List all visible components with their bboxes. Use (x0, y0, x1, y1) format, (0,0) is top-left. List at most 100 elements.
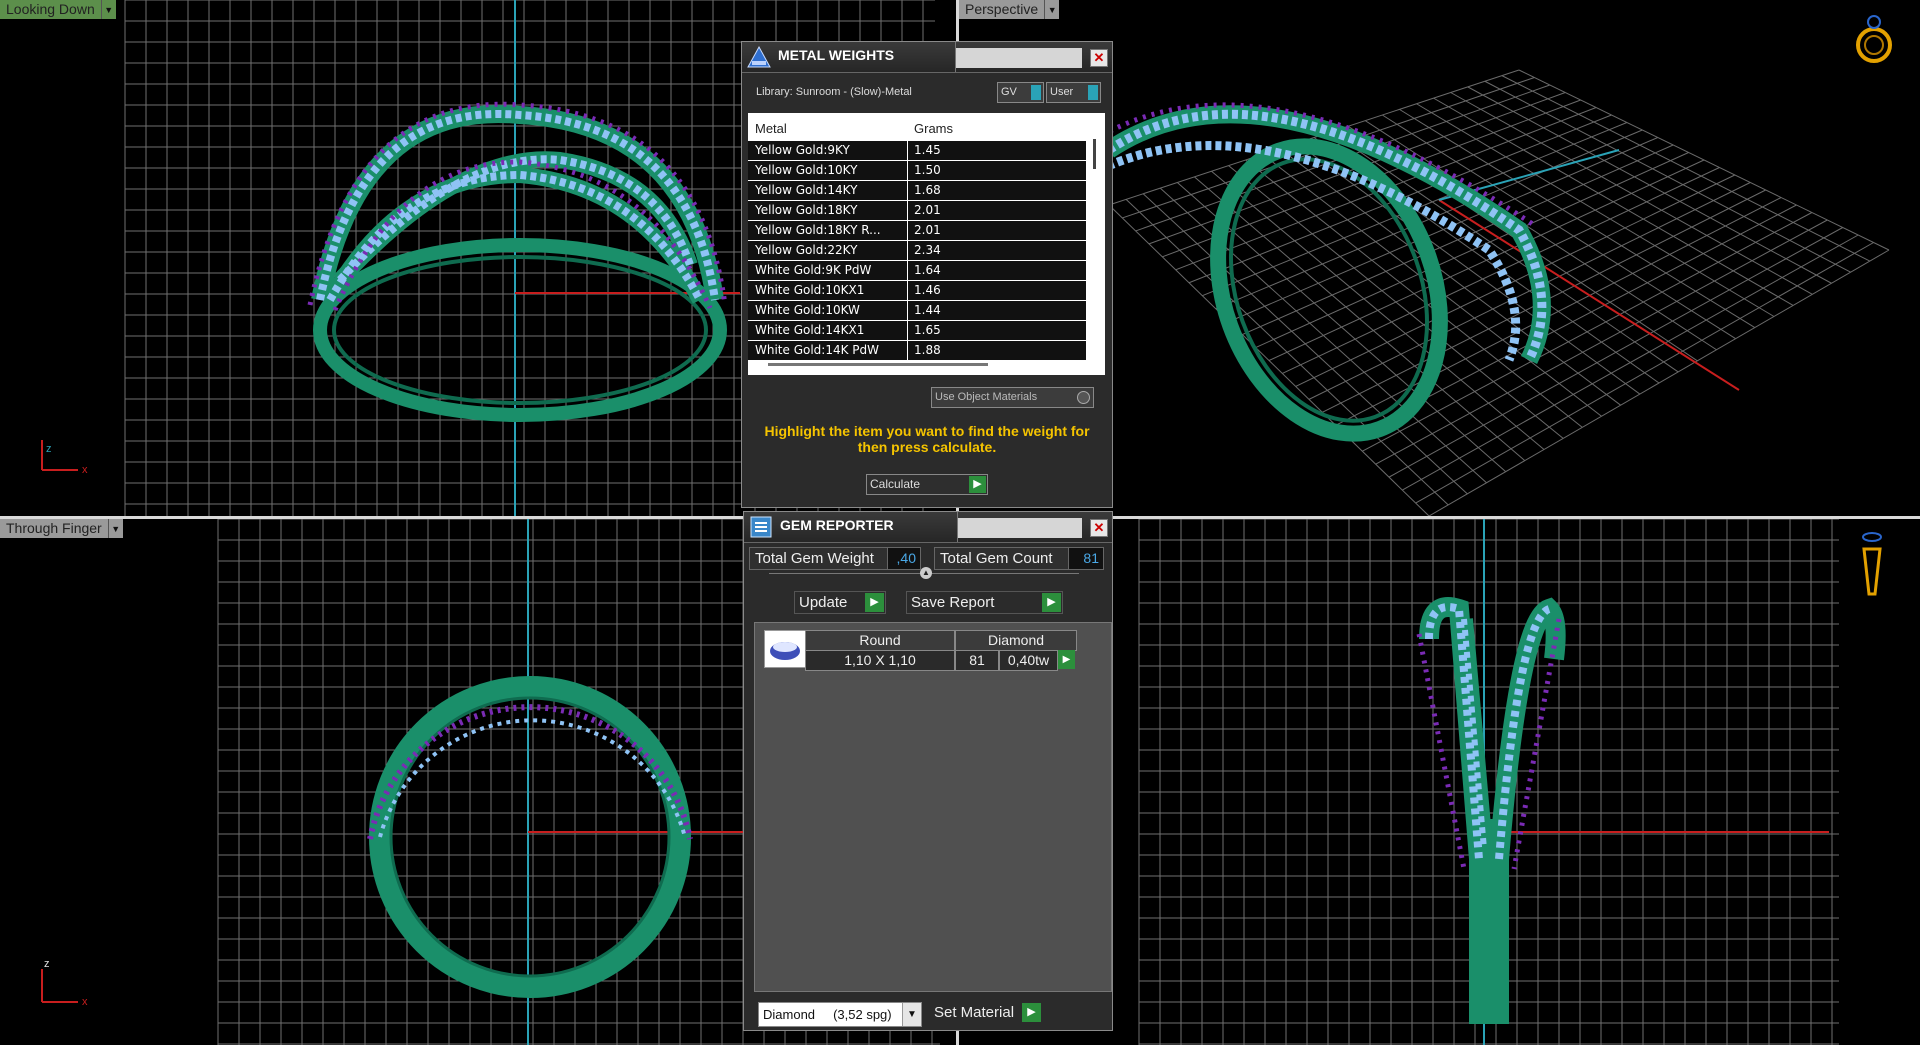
column-header-grams[interactable]: Grams (914, 121, 953, 136)
cell-divider (907, 321, 908, 340)
horizontal-scrollbar[interactable] (768, 363, 988, 366)
chevron-down-icon[interactable]: ▼ (902, 1003, 921, 1026)
table-row[interactable]: Yellow Gold:18KY R... 2.01 (748, 221, 1086, 241)
toggle-indicator (1088, 85, 1098, 100)
table-row[interactable]: Yellow Gold:18KY 2.01 (748, 201, 1086, 221)
play-icon: ▶ (969, 476, 986, 493)
table-row[interactable]: White Gold:9K PdW 1.64 (748, 261, 1086, 281)
cell-divider (907, 181, 908, 200)
vertical-scrollbar[interactable] (1086, 113, 1105, 375)
gem-material-header: Diamond (955, 630, 1077, 651)
chevron-down-icon[interactable]: ▼ (107, 519, 123, 538)
metal-weights-title: METAL WEIGHTS (778, 47, 895, 63)
grams-cell: 1.45 (914, 143, 941, 157)
chevron-down-icon[interactable]: ▼ (100, 0, 116, 19)
ring-view-icon[interactable] (1856, 15, 1892, 63)
cell-divider (907, 161, 908, 180)
close-icon[interactable]: ✕ (1090, 519, 1108, 537)
metal-name-cell: Yellow Gold:22KY (755, 243, 858, 257)
gem-weight-cell: 0,40tw (999, 650, 1058, 671)
grams-cell: 1.65 (914, 323, 941, 337)
table-row[interactable]: White Gold:10KX1 1.46 (748, 281, 1086, 301)
update-button[interactable]: Update ▶ (794, 591, 886, 614)
grams-cell: 1.64 (914, 263, 941, 277)
gem-select-button[interactable]: ▶ (1058, 650, 1075, 669)
ring-front-view-icon[interactable] (1862, 532, 1882, 596)
grams-cell: 1.46 (914, 283, 941, 297)
cell-divider (907, 301, 908, 320)
metal-name-cell: Yellow Gold:9KY (755, 143, 850, 157)
chevron-down-icon[interactable]: ▼ (1044, 0, 1060, 19)
total-gem-count-label: Total Gem Count (934, 547, 1071, 570)
gv-toggle[interactable]: GV (997, 82, 1044, 103)
ring-model-front (307, 101, 728, 422)
gem-thumbnail (770, 642, 800, 660)
calculate-button[interactable]: Calculate ▶ (866, 474, 988, 495)
title-strip (956, 48, 1082, 68)
metal-name-cell: White Gold:14KX1 (755, 323, 865, 337)
play-icon: ▶ (865, 593, 884, 612)
table-header: Metal Grams (748, 113, 1086, 141)
metal-name-cell: Yellow Gold:10KY (755, 163, 858, 177)
play-icon: ▶ (1042, 593, 1061, 612)
collapse-icon[interactable]: ▲ (920, 567, 932, 579)
viewport-label-text: Through Finger (0, 519, 108, 538)
metal-weights-table: Metal Grams Yellow Gold:9KY 1.45 Yellow Go… (748, 113, 1105, 375)
metal-name-cell: Yellow Gold:18KY (755, 203, 858, 217)
table-row[interactable]: White Gold:10KW 1.44 (748, 301, 1086, 321)
table-row[interactable]: White Gold:14KX1 1.65 (748, 321, 1086, 341)
scale-icon (747, 45, 771, 68)
metal-name-cell: Yellow Gold:18KY R... (755, 223, 881, 237)
cell-divider (907, 241, 908, 260)
table-row[interactable]: Yellow Gold:10KY 1.50 (748, 161, 1086, 181)
grams-cell: 1.50 (914, 163, 941, 177)
library-label: Library: Sunroom - (Slow)-Metal (756, 86, 912, 98)
set-material-button-label: Set Material (934, 1004, 1015, 1021)
cell-divider (907, 141, 908, 160)
gem-list-area[interactable]: Round Diamond 1,10 X 1,10 81 0,40tw ▶ (754, 622, 1112, 992)
metal-weights-titlebar[interactable]: METAL WEIGHTS ✕ (742, 42, 1112, 73)
table-row[interactable]: White Gold:14K PdW 1.88 (748, 341, 1086, 361)
gizmo-label-x: x (82, 464, 88, 476)
table-row[interactable]: Yellow Gold:22KY 2.34 (748, 241, 1086, 261)
user-toggle[interactable]: User (1046, 82, 1101, 103)
cell-divider (907, 261, 908, 280)
save-report-button[interactable]: Save Report ▶ (906, 591, 1063, 614)
grams-cell: 2.34 (914, 243, 941, 257)
gizmo-label-z: z (44, 958, 50, 970)
use-object-materials-toggle[interactable]: Use Object Materials (931, 387, 1094, 408)
viewport-label-through-finger[interactable]: Through Finger ▼ (0, 519, 123, 538)
gem-reporter-panel: GEM REPORTER ✕ Total Gem Weight ,40 Tota… (743, 511, 1113, 1031)
total-gem-weight-value: ,40 (887, 547, 921, 570)
cell-divider (907, 281, 908, 300)
user-toggle-label: User (1050, 86, 1074, 98)
grams-cell: 2.01 (914, 203, 941, 217)
cell-divider (907, 221, 908, 240)
use-object-materials-label: Use Object Materials (935, 391, 1038, 403)
material-select-value: Diamond (3,52 spg) (763, 1007, 892, 1022)
table-row[interactable]: Yellow Gold:9KY 1.45 (748, 141, 1086, 161)
calculate-button-label: Calculate (870, 477, 921, 491)
metal-name-cell: White Gold:10KX1 (755, 283, 865, 297)
material-select[interactable]: Diamond (3,52 spg) ▼ (758, 1002, 922, 1027)
cell-divider (907, 201, 908, 220)
set-material-button[interactable]: Set Material ▶ (930, 1002, 1042, 1023)
save-report-button-label: Save Report (911, 594, 995, 611)
gem-shape-header: Round (805, 630, 955, 651)
close-icon[interactable]: ✕ (1090, 49, 1108, 67)
round-gem-icon[interactable] (764, 630, 806, 668)
grams-cell: 2.01 (914, 223, 941, 237)
gem-count-cell: 81 (955, 650, 999, 671)
metal-name-cell: White Gold:10KW (755, 303, 860, 317)
viewport-label-text: Perspective (959, 0, 1045, 19)
cell-divider (907, 341, 908, 360)
metal-name-cell: White Gold:9K PdW (755, 263, 872, 277)
column-header-metal[interactable]: Metal (755, 121, 787, 136)
viewport-label-perspective[interactable]: Perspective ▼ (959, 0, 1060, 19)
table-row[interactable]: Yellow Gold:14KY 1.68 (748, 181, 1086, 201)
grams-cell: 1.44 (914, 303, 941, 317)
scrollbar-thumb[interactable] (1093, 139, 1096, 169)
viewport-label-looking-down[interactable]: Looking Down ▼ (0, 0, 116, 19)
grams-cell: 1.68 (914, 183, 941, 197)
gem-reporter-titlebar[interactable]: GEM REPORTER ✕ (744, 512, 1112, 543)
